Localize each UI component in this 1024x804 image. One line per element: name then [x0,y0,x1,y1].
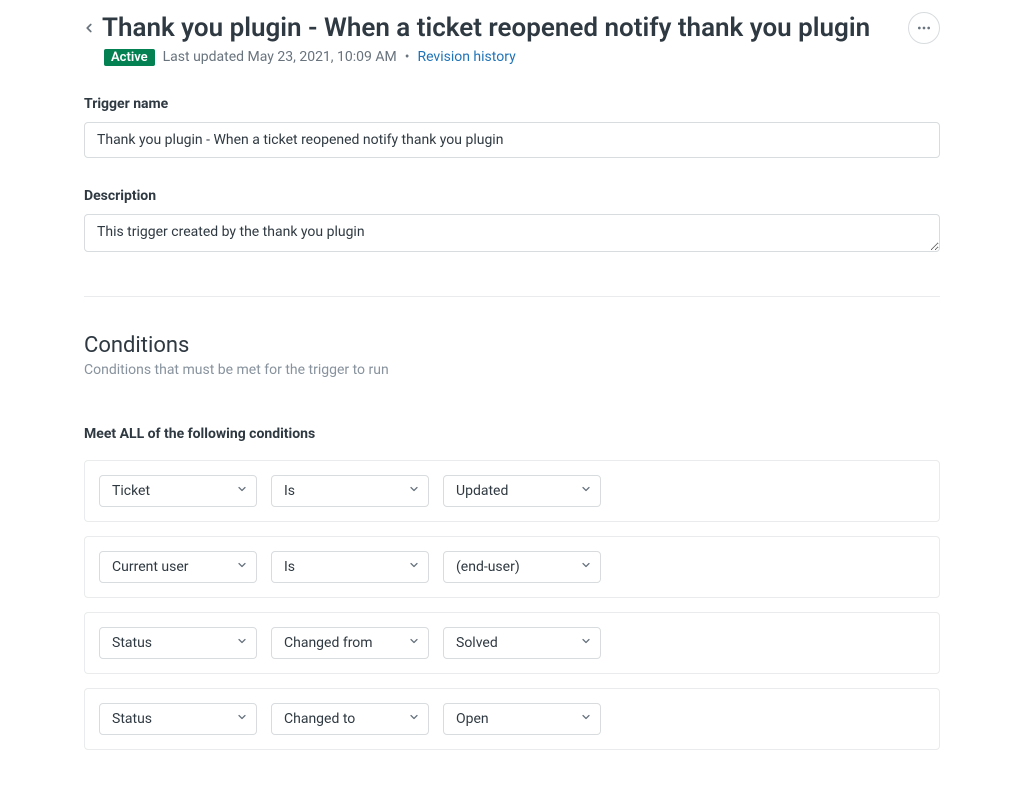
last-updated-text: Last updated May 23, 2021, 10:09 AM [163,49,397,65]
condition-operator-select[interactable]: Is [271,475,429,507]
condition-row: Status Changed from Solved [84,612,940,674]
condition-value-select-value: Updated [456,483,508,499]
chevron-down-icon [236,483,248,499]
condition-operator-select-value: Is [284,559,295,575]
conditions-subtext: Conditions that must be met for the trig… [84,362,940,378]
condition-operator-select[interactable]: Changed to [271,703,429,735]
condition-operator-select[interactable]: Changed from [271,627,429,659]
chevron-down-icon [236,559,248,575]
chevron-down-icon [236,635,248,651]
condition-field-select[interactable]: Status [99,703,257,735]
condition-value-select-value: Open [456,711,489,727]
condition-field-select-value: Ticket [112,483,150,499]
condition-field-select-value: Status [112,635,152,651]
condition-field-select-value: Status [112,711,152,727]
section-divider [84,296,940,297]
revision-history-link[interactable]: Revision history [417,49,515,65]
chevron-down-icon [408,635,420,651]
chevron-down-icon [580,559,592,575]
chevron-down-icon [408,711,420,727]
condition-field-select[interactable]: Status [99,627,257,659]
condition-row: Status Changed to Open [84,688,940,750]
condition-field-select-value: Current user [112,559,189,575]
chevron-down-icon [236,711,248,727]
condition-operator-select-value: Changed from [284,635,373,651]
condition-operator-select[interactable]: Is [271,551,429,583]
condition-value-select-value: Solved [456,635,498,651]
condition-value-select[interactable]: Solved [443,627,601,659]
status-badge: Active [104,49,155,66]
meta-separator: • [405,49,410,65]
back-button[interactable] [82,12,102,42]
condition-operator-select-value: Changed to [284,711,355,727]
condition-operator-select-value: Is [284,483,295,499]
condition-value-select[interactable]: (end-user) [443,551,601,583]
overflow-menu-button[interactable] [908,12,940,44]
trigger-name-label: Trigger name [84,96,940,112]
condition-value-select-value: (end-user) [456,559,520,575]
chevron-down-icon [580,711,592,727]
trigger-name-input[interactable] [84,122,940,158]
chevron-down-icon [408,559,420,575]
condition-value-select[interactable]: Open [443,703,601,735]
conditions-heading: Conditions [84,333,940,358]
condition-row: Ticket Is Updated [84,460,940,522]
description-textarea[interactable] [84,214,940,252]
chevron-down-icon [580,483,592,499]
description-label: Description [84,188,940,204]
page-title: Thank you plugin - When a ticket reopene… [102,12,908,45]
condition-field-select[interactable]: Current user [99,551,257,583]
meet-all-heading: Meet ALL of the following conditions [84,426,940,442]
chevron-down-icon [408,483,420,499]
condition-row: Current user Is (end-user) [84,536,940,598]
condition-field-select[interactable]: Ticket [99,475,257,507]
condition-value-select[interactable]: Updated [443,475,601,507]
chevron-down-icon [580,635,592,651]
